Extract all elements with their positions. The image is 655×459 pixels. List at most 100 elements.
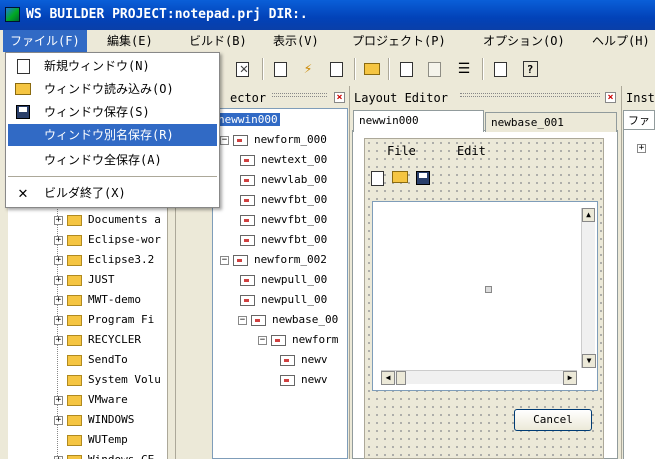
collapse-toggle[interactable]: − <box>258 335 267 345</box>
inspector-tree-item[interactable]: − newform_002 <box>220 250 327 270</box>
file-tree-item[interactable]: + Eclipse3.2 <box>54 250 154 270</box>
file-tree-item[interactable]: + WINDOWS <box>54 410 134 430</box>
expand-toggle[interactable]: + <box>54 295 63 305</box>
toolbar-button[interactable] <box>488 57 512 81</box>
expand-toggle[interactable]: + <box>54 395 63 405</box>
inspector-tree-item[interactable]: newpull_00 <box>240 270 327 290</box>
inspector-tree-item[interactable]: newvfbt_00 <box>240 230 327 250</box>
expand-toggle[interactable]: + <box>54 335 63 345</box>
toolbar-button[interactable] <box>360 57 384 81</box>
inspector-tree-item[interactable]: newtext_00 <box>240 150 327 170</box>
file-tree-item[interactable]: + Program Fi <box>54 310 154 330</box>
close-layout-editor-button[interactable]: × <box>605 92 616 103</box>
toolbar-button[interactable] <box>268 57 292 81</box>
expand-toggle[interactable]: + <box>54 315 63 325</box>
toolbar-button[interactable] <box>324 57 348 81</box>
grid-icon <box>427 61 441 77</box>
menu-build[interactable]: ビルド(B) <box>182 30 254 52</box>
file-tree-label: JUST <box>88 273 115 286</box>
collapse-toggle[interactable]: − <box>220 255 229 265</box>
menu-new-window[interactable]: 新規ウィンドウ(N) <box>8 55 217 77</box>
file-tree-label: Documents a <box>88 213 161 226</box>
menu-options[interactable]: オプション(O) <box>476 30 572 52</box>
inspector-tree-item[interactable]: − newbase_00 <box>238 310 338 330</box>
inspector-tree-item[interactable]: − newform_000 <box>220 130 327 150</box>
inspector-tree-item[interactable]: newwin000 <box>216 110 280 130</box>
menu-exit-builder[interactable]: ✕ ビルダ終了(X) <box>8 182 217 204</box>
preview-text-area[interactable]: ▲ ▼ ◀ ▶ <box>372 201 598 391</box>
inspector-tree-item[interactable]: newv <box>280 350 328 370</box>
widget-icon <box>233 254 248 266</box>
cancel-button[interactable]: Cancel <box>514 409 592 431</box>
folder-icon <box>364 63 380 75</box>
menu-save-window[interactable]: ウィンドウ保存(S) <box>8 101 217 123</box>
widget-icon <box>280 374 295 386</box>
widget-icon <box>251 314 266 326</box>
expand-toggle[interactable]: + <box>54 235 63 245</box>
help-icon: ? <box>522 61 538 77</box>
file-tree-item[interactable]: + Documents a <box>54 210 161 230</box>
widget-icon <box>240 174 255 186</box>
toolbar-button[interactable]: ✕ <box>232 57 256 81</box>
inspector-tree-item[interactable]: − newform <box>258 330 338 350</box>
toolbar-button[interactable]: ? <box>518 57 542 81</box>
expand-toggle[interactable]: + <box>54 275 63 285</box>
save-icon[interactable] <box>416 171 430 185</box>
file-tree-item[interactable]: System Volu <box>54 370 161 390</box>
toolbar-button[interactable]: ☰ <box>452 57 476 81</box>
expand-toggle[interactable]: + <box>54 215 63 225</box>
folder-icon <box>67 394 82 406</box>
preview-menu-file[interactable]: File <box>387 144 416 158</box>
menu-file[interactable]: ファイル(F) <box>3 30 87 52</box>
new-icon[interactable] <box>371 171 384 186</box>
expand-toggle[interactable]: + <box>54 415 63 425</box>
app-icon <box>5 7 20 22</box>
menu-save-all-windows[interactable]: ウィンドウ全保存(A) <box>8 149 217 171</box>
menu-edit[interactable]: 編集(E) <box>100 30 160 52</box>
file-tree-item[interactable]: + Windows CE <box>54 450 154 459</box>
collapse-toggle[interactable]: − <box>220 135 229 145</box>
widget-icon <box>240 274 255 286</box>
preview-icon <box>493 61 507 77</box>
file-tree-label: RECYCLER <box>88 333 141 346</box>
expand-toggle[interactable]: + <box>54 455 63 459</box>
file-tree-item[interactable]: + JUST <box>54 270 115 290</box>
expand-toggle[interactable]: + <box>54 255 63 265</box>
tab-newwin000[interactable]: newwin000 <box>353 110 484 132</box>
file-tree-item[interactable]: + Eclipse-wor <box>54 230 161 250</box>
file-tree-item[interactable]: + MWT-demo <box>54 290 141 310</box>
close-inspector-button[interactable]: × <box>334 92 345 103</box>
inspector-tree-item[interactable]: newpull_00 <box>240 290 327 310</box>
open-icon[interactable] <box>392 171 408 183</box>
toolbar-button[interactable] <box>394 57 418 81</box>
inspector-tree-item[interactable]: newvfbt_00 <box>240 190 327 210</box>
file-tree-label: WUTemp <box>88 433 128 446</box>
toolbar-button[interactable] <box>422 57 446 81</box>
right-panel-tab[interactable]: ファ <box>623 110 655 130</box>
inspector-tree-item[interactable]: newvlab_00 <box>240 170 327 190</box>
menu-view[interactable]: 表示(V) <box>266 30 326 52</box>
align-icon: ☰ <box>457 61 471 77</box>
menu-project[interactable]: プロジェクト(P) <box>345 30 453 52</box>
menu-save-window-as[interactable]: ウィンドウ別名保存(R) <box>8 124 217 146</box>
toolbar-button[interactable]: ⚡ <box>296 57 320 81</box>
collapse-toggle[interactable]: − <box>238 315 247 325</box>
tab-newbase-001[interactable]: newbase_001 <box>485 112 617 132</box>
file-tree-item[interactable]: WUTemp <box>54 430 128 450</box>
folder-icon <box>67 254 82 266</box>
inspector-tree-label: newvfbt_00 <box>261 233 328 246</box>
file-tree-item[interactable]: + VMware <box>54 390 128 410</box>
file-tree-item[interactable]: + RECYCLER <box>54 330 141 350</box>
inspector-tree-item[interactable]: newv <box>280 370 328 390</box>
vertical-scrollbar[interactable]: ▲ ▼ <box>581 208 596 368</box>
preview-menu-edit[interactable]: Edit <box>457 144 486 158</box>
widget-icon <box>233 134 248 146</box>
menu-help[interactable]: ヘルプ(H) <box>585 30 655 52</box>
inspector-tree-label: newpull_00 <box>261 273 328 286</box>
inspector-tree-item[interactable]: newvfbt_00 <box>240 210 327 230</box>
menu-open-window[interactable]: ウィンドウ読み込み(O) <box>8 78 217 100</box>
horizontal-scrollbar[interactable]: ◀ ▶ <box>381 370 577 385</box>
widget-icon <box>280 354 295 366</box>
file-tree-item[interactable]: SendTo <box>54 350 128 370</box>
file-tree-label: VMware <box>88 393 128 406</box>
